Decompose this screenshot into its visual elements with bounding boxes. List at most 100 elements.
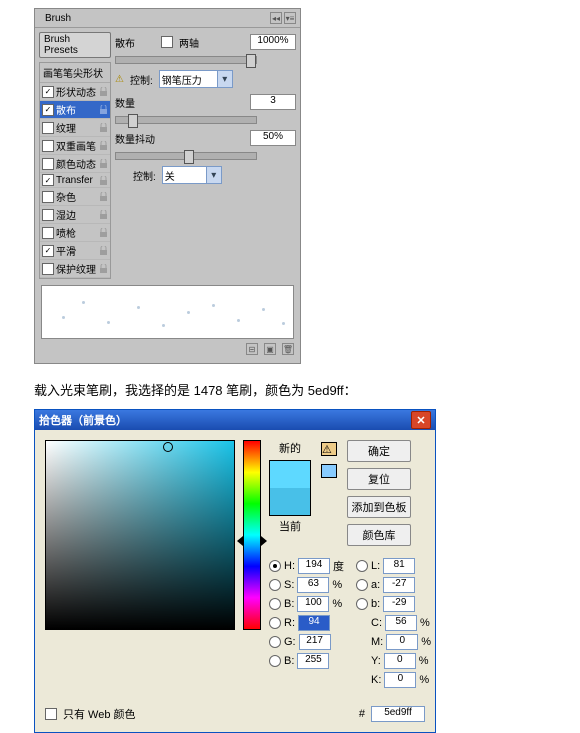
cancel-button[interactable]: 复位: [347, 468, 411, 490]
setting-smoothing[interactable]: 平滑: [40, 242, 110, 260]
c-input[interactable]: 56: [385, 615, 417, 631]
scatter-options: 散布 两轴 1000% ⚠ 控制: 钢笔压力▾ 数量 3 数量抖动: [115, 32, 296, 279]
hue-pointer-left: [237, 536, 243, 546]
jitter-slider[interactable]: [115, 152, 257, 160]
both-axes-label: 两轴: [179, 35, 199, 50]
add-swatch-button[interactable]: 添加到色板: [347, 496, 411, 518]
radio-g[interactable]: [269, 636, 281, 648]
jitter-control-dropdown[interactable]: 关▾: [162, 166, 222, 184]
setting-transfer[interactable]: Transfer: [40, 173, 110, 188]
setting-wet-edges[interactable]: 湿边: [40, 206, 110, 224]
warning-icon: ⚠: [115, 74, 124, 85]
new-label: 新的: [279, 440, 301, 456]
close-button[interactable]: ✕: [411, 411, 431, 429]
brush-preview: [41, 285, 294, 339]
radio-h[interactable]: [269, 560, 281, 572]
color-libraries-button[interactable]: 颜色库: [347, 524, 411, 546]
m-input[interactable]: 0: [386, 634, 418, 650]
setting-noise[interactable]: 杂色: [40, 188, 110, 206]
b2-input[interactable]: 255: [297, 653, 329, 669]
title-bar[interactable]: 拾色器（前景色） ✕: [35, 410, 435, 430]
checkbox-icon[interactable]: [42, 227, 54, 239]
g-input[interactable]: 217: [299, 634, 331, 650]
websafe-icon[interactable]: [321, 464, 337, 478]
checkbox-icon[interactable]: [42, 122, 54, 134]
jitter-label: 数量抖动: [115, 131, 155, 146]
s-input[interactable]: 63: [297, 577, 329, 593]
web-only-checkbox[interactable]: [45, 708, 57, 720]
color-marker[interactable]: [163, 442, 173, 452]
checkbox-icon[interactable]: [42, 158, 54, 170]
menu-icon[interactable]: ▾≡: [284, 12, 296, 24]
scatter-value-input[interactable]: 1000%: [250, 34, 296, 50]
radio-l[interactable]: [356, 560, 368, 572]
setting-texture[interactable]: 纹理: [40, 119, 110, 137]
gamut-warning-icon[interactable]: ⚠: [321, 442, 337, 456]
panel-header: Brush ◂◂ ▾≡: [35, 9, 300, 28]
jitter-value-input[interactable]: 50%: [250, 130, 296, 146]
settings-list: 画笔笔尖形状 形状动态 散布 纹理 双重画笔 颜色动态 Transfer 杂色 …: [39, 62, 111, 279]
setting-scatter[interactable]: 散布: [40, 101, 110, 119]
web-only-label: 只有 Web 颜色: [63, 706, 136, 722]
hue-pointer-right: [261, 536, 267, 546]
checkbox-icon[interactable]: [42, 209, 54, 221]
lock-icon: [99, 141, 108, 150]
control-label: 控制:: [130, 72, 153, 87]
checkbox-icon[interactable]: [42, 104, 54, 116]
ok-button[interactable]: 确定: [347, 440, 411, 462]
tab-brush[interactable]: Brush: [39, 11, 77, 26]
radio-s[interactable]: [269, 579, 281, 591]
a-input[interactable]: -27: [383, 577, 415, 593]
new-brush-icon[interactable]: ▣: [264, 343, 276, 355]
setting-color-dynamics[interactable]: 颜色动态: [40, 155, 110, 173]
setting-airbrush[interactable]: 喷枪: [40, 224, 110, 242]
dialog-title: 拾色器（前景色）: [39, 412, 127, 428]
checkbox-icon[interactable]: [42, 174, 54, 186]
hue-slider[interactable]: [243, 440, 261, 630]
current-color[interactable]: [270, 488, 310, 515]
radio-b[interactable]: [269, 598, 281, 610]
radio-r[interactable]: [269, 617, 281, 629]
brush-presets-button[interactable]: Brush Presets: [39, 32, 111, 58]
checkbox-icon[interactable]: [42, 140, 54, 152]
radio-bb[interactable]: [269, 655, 281, 667]
checkbox-icon[interactable]: [42, 245, 54, 257]
caption-text: 载入光束笔刷，我选择的是 1478 笔刷，颜色为 5ed9ff：: [34, 380, 580, 399]
lock-icon: [99, 159, 108, 168]
b3-input[interactable]: -29: [383, 596, 415, 612]
trash-icon[interactable]: 🗑: [282, 343, 294, 355]
brush-tip-shape[interactable]: 画笔笔尖形状: [40, 63, 110, 83]
checkbox-icon[interactable]: [42, 191, 54, 203]
hex-input[interactable]: 5ed9ff: [371, 706, 425, 722]
scatter-slider[interactable]: [115, 56, 257, 64]
lock-icon: [99, 210, 108, 219]
setting-dual-brush[interactable]: 双重画笔: [40, 137, 110, 155]
setting-protect-texture[interactable]: 保护纹理: [40, 260, 110, 278]
setting-shape-dynamics[interactable]: 形状动态: [40, 83, 110, 101]
radio-b3[interactable]: [356, 598, 368, 610]
radio-a[interactable]: [356, 579, 368, 591]
settings-sidebar: Brush Presets 画笔笔尖形状 形状动态 散布 纹理 双重画笔 颜色动…: [39, 32, 111, 279]
jitter-control-label: 控制:: [133, 168, 156, 183]
count-value-input[interactable]: 3: [250, 94, 296, 110]
color-field-wrapper: [45, 440, 235, 688]
lock-icon: [99, 123, 108, 132]
color-field[interactable]: [45, 440, 235, 630]
checkbox-icon[interactable]: [42, 86, 54, 98]
lock-icon: [99, 246, 108, 255]
chevron-down-icon: ▾: [217, 71, 232, 87]
count-slider[interactable]: [115, 116, 257, 124]
r-input[interactable]: 94: [298, 615, 330, 631]
k-input[interactable]: 0: [384, 672, 416, 688]
y-input[interactable]: 0: [384, 653, 416, 669]
current-label: 当前: [279, 518, 301, 534]
collapse-icon[interactable]: ◂◂: [270, 12, 282, 24]
b-input[interactable]: 100: [297, 596, 329, 612]
toggle-preview-icon[interactable]: ⊟: [246, 343, 258, 355]
control-dropdown[interactable]: 钢笔压力▾: [159, 70, 233, 88]
new-color[interactable]: [270, 461, 310, 488]
checkbox-icon[interactable]: [42, 263, 54, 275]
both-axes-checkbox[interactable]: [161, 36, 173, 48]
l-input[interactable]: 81: [383, 558, 415, 574]
h-input[interactable]: 194: [298, 558, 330, 574]
